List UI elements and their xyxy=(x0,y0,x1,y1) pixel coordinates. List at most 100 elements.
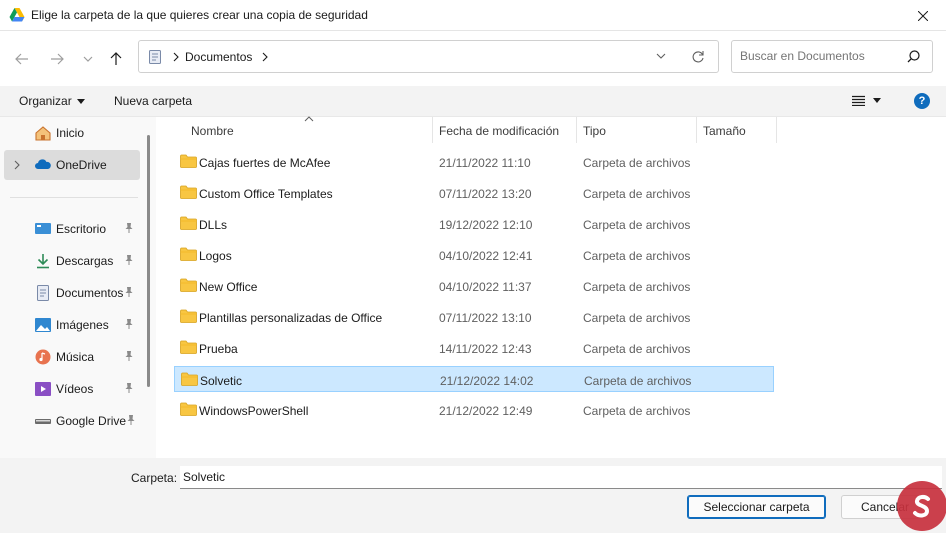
file-name: WindowsPowerShell xyxy=(199,404,309,418)
table-row[interactable]: DLLs 19/12/2022 12:10 Carpeta de archivos xyxy=(174,211,774,237)
sidebar-item-onedrive[interactable]: OneDrive xyxy=(4,150,140,180)
sidebar-item-musica[interactable]: Música xyxy=(0,342,140,372)
forward-button[interactable] xyxy=(46,48,68,70)
sidebar-item-imagenes[interactable]: Imágenes xyxy=(0,310,140,340)
column-header-size[interactable]: Tamaño xyxy=(703,117,746,143)
help-button[interactable]: ? xyxy=(914,93,930,109)
image-icon xyxy=(35,318,51,332)
file-type: Carpeta de archivos xyxy=(583,187,691,201)
sidebar-scrollbar[interactable] xyxy=(147,135,150,387)
select-folder-button[interactable]: Seleccionar carpeta xyxy=(687,495,826,519)
column-header-date[interactable]: Fecha de modificación xyxy=(439,117,559,143)
recent-locations-button[interactable] xyxy=(77,48,99,70)
address-bar[interactable]: Documentos xyxy=(138,40,719,73)
file-name: Custom Office Templates xyxy=(199,187,333,201)
sidebar-item-label: OneDrive xyxy=(56,158,107,172)
search-box[interactable] xyxy=(731,40,933,73)
file-type: Carpeta de archivos xyxy=(583,280,691,294)
column-divider[interactable] xyxy=(432,117,433,143)
back-button[interactable] xyxy=(11,48,33,70)
folder-icon xyxy=(180,402,197,416)
organize-menu[interactable]: Organizar xyxy=(19,94,85,108)
file-type: Carpeta de archivos xyxy=(584,374,692,388)
breadcrumb-documentos[interactable]: Documentos xyxy=(185,50,252,64)
home-icon xyxy=(35,126,51,141)
cloud-icon xyxy=(35,159,51,169)
file-date: 19/12/2022 12:10 xyxy=(439,218,533,232)
file-name: Prueba xyxy=(199,342,238,356)
caret-down-icon xyxy=(873,98,881,103)
file-date: 21/12/2022 12:49 xyxy=(439,404,533,418)
file-type: Carpeta de archivos xyxy=(583,156,691,170)
folder-icon xyxy=(180,309,197,323)
command-bar: Organizar Nueva carpeta ? xyxy=(0,86,946,117)
title-bar: Elige la carpeta de la que quieres crear… xyxy=(0,0,946,31)
solvetic-logo xyxy=(897,481,946,531)
file-date: 21/12/2022 14:02 xyxy=(440,374,534,388)
folder-icon xyxy=(180,216,197,230)
arrow-up-icon xyxy=(110,52,122,65)
table-row[interactable]: New Office 04/10/2022 11:37 Carpeta de arc… xyxy=(174,273,774,299)
arrow-right-icon xyxy=(51,53,64,65)
refresh-icon[interactable] xyxy=(691,50,705,64)
table-row[interactable]: Prueba 14/11/2022 12:43 Carpeta de archivo… xyxy=(174,335,774,361)
sidebar-item-descargas[interactable]: Descargas xyxy=(0,246,140,276)
new-folder-label: Nueva carpeta xyxy=(114,94,193,108)
column-divider[interactable] xyxy=(776,117,777,143)
sidebar-item-inicio[interactable]: Inicio xyxy=(0,118,140,148)
organize-label: Organizar xyxy=(19,94,72,108)
view-options-button[interactable] xyxy=(852,95,881,106)
file-type: Carpeta de archivos xyxy=(583,218,691,232)
column-divider[interactable] xyxy=(696,117,697,143)
table-row[interactable]: Custom Office Templates 07/11/2022 13:20 C… xyxy=(174,180,774,206)
sidebar-item-label: Escritorio xyxy=(56,222,107,236)
chevron-down-icon[interactable] xyxy=(656,52,666,60)
chevron-down-icon xyxy=(83,56,93,62)
pin-icon[interactable] xyxy=(124,222,134,234)
sidebar-item-label: Imágenes xyxy=(56,318,109,332)
folder-name-field[interactable] xyxy=(180,466,942,489)
sidebar-item-label: Música xyxy=(56,350,95,364)
pin-icon[interactable] xyxy=(124,286,134,298)
video-icon xyxy=(35,382,51,396)
file-name: Plantillas personalizadas de Office xyxy=(199,311,383,325)
file-name: Cajas fuertes de McAfee xyxy=(199,156,331,170)
sidebar-item-escritorio[interactable]: Escritorio xyxy=(0,214,140,244)
sidebar-item-google-drive[interactable]: Google Drive xyxy=(0,406,140,436)
pin-icon[interactable] xyxy=(126,414,136,426)
table-row[interactable]: Logos 04/10/2022 12:41 Carpeta de archivos xyxy=(174,242,774,268)
pin-icon[interactable] xyxy=(124,382,134,394)
table-row[interactable]: Plantillas personalizadas de Office 07/11… xyxy=(174,304,774,330)
column-header-type[interactable]: Tipo xyxy=(583,117,606,143)
search-icon[interactable] xyxy=(907,50,920,63)
column-header-name[interactable]: Nombre xyxy=(191,117,234,143)
chevron-right-icon[interactable] xyxy=(261,50,269,64)
file-date: 04/10/2022 12:41 xyxy=(439,249,533,263)
file-type: Carpeta de archivos xyxy=(583,342,691,356)
window-title: Elige la carpeta de la que quieres crear… xyxy=(31,8,368,22)
table-row[interactable]: Solvetic 21/12/2022 14:02 Carpeta de archi… xyxy=(174,366,774,392)
desktop-icon xyxy=(35,223,51,234)
search-input[interactable] xyxy=(740,49,900,63)
sidebar-item-label: Documentos xyxy=(56,286,124,300)
close-button[interactable] xyxy=(900,0,946,31)
table-row[interactable]: WindowsPowerShell 21/12/2022 12:49 Carpeta… xyxy=(174,397,774,423)
column-divider[interactable] xyxy=(576,117,577,143)
file-name: Logos xyxy=(199,249,232,263)
sidebar-item-label: Vídeos xyxy=(56,382,94,396)
folder-icon xyxy=(180,247,197,261)
pin-icon[interactable] xyxy=(124,254,134,266)
new-folder-button[interactable]: Nueva carpeta xyxy=(114,94,192,108)
pin-icon[interactable] xyxy=(124,350,134,362)
download-icon xyxy=(37,254,49,269)
chevron-right-icon[interactable] xyxy=(14,160,20,170)
sidebar-item-videos[interactable]: Vídeos xyxy=(0,374,140,404)
folder-icon xyxy=(181,372,198,386)
file-type: Carpeta de archivos xyxy=(583,404,691,418)
folder-icon xyxy=(180,278,197,292)
sidebar-item-label: Descargas xyxy=(56,254,114,268)
pin-icon[interactable] xyxy=(124,318,134,330)
sidebar-item-documentos[interactable]: Documentos xyxy=(0,278,140,308)
table-row[interactable]: Cajas fuertes de McAfee 21/11/2022 11:10 C… xyxy=(174,149,774,175)
up-button[interactable] xyxy=(105,48,127,70)
